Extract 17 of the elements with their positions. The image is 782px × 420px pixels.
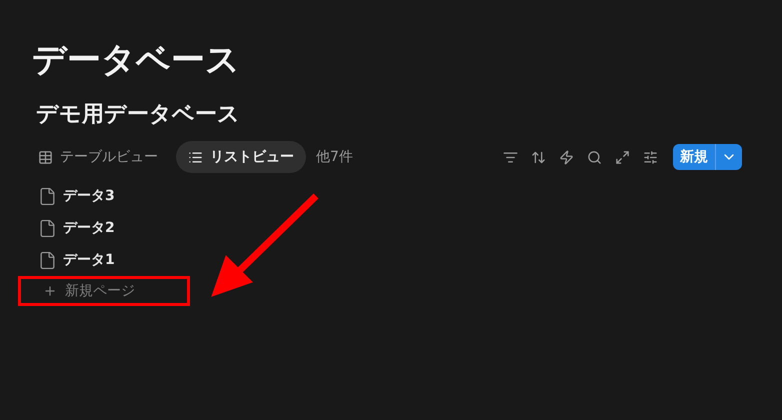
list-icon — [188, 150, 203, 164]
new-button[interactable]: 新規 — [673, 144, 742, 170]
page-icon — [38, 250, 57, 270]
new-button-main[interactable]: 新規 — [673, 144, 716, 170]
more-views-link[interactable]: 他7件 — [316, 148, 353, 166]
database-title: デモ用データベース — [36, 101, 241, 129]
page-title: データベース — [32, 39, 241, 82]
new-page-button[interactable]: 新規ページ — [18, 276, 190, 306]
view-tab[interactable]: リストビュー — [176, 141, 306, 173]
page-title-item[interactable]: データ3 — [63, 187, 115, 205]
view-tab[interactable]: テーブルビュー — [36, 141, 170, 173]
page-title-item[interactable]: データ1 — [63, 251, 115, 269]
page-title-item[interactable]: データ2 — [63, 219, 115, 237]
table-icon — [38, 150, 53, 164]
plus-icon — [43, 284, 57, 298]
page-icon — [38, 218, 57, 238]
page-icon — [38, 186, 57, 206]
